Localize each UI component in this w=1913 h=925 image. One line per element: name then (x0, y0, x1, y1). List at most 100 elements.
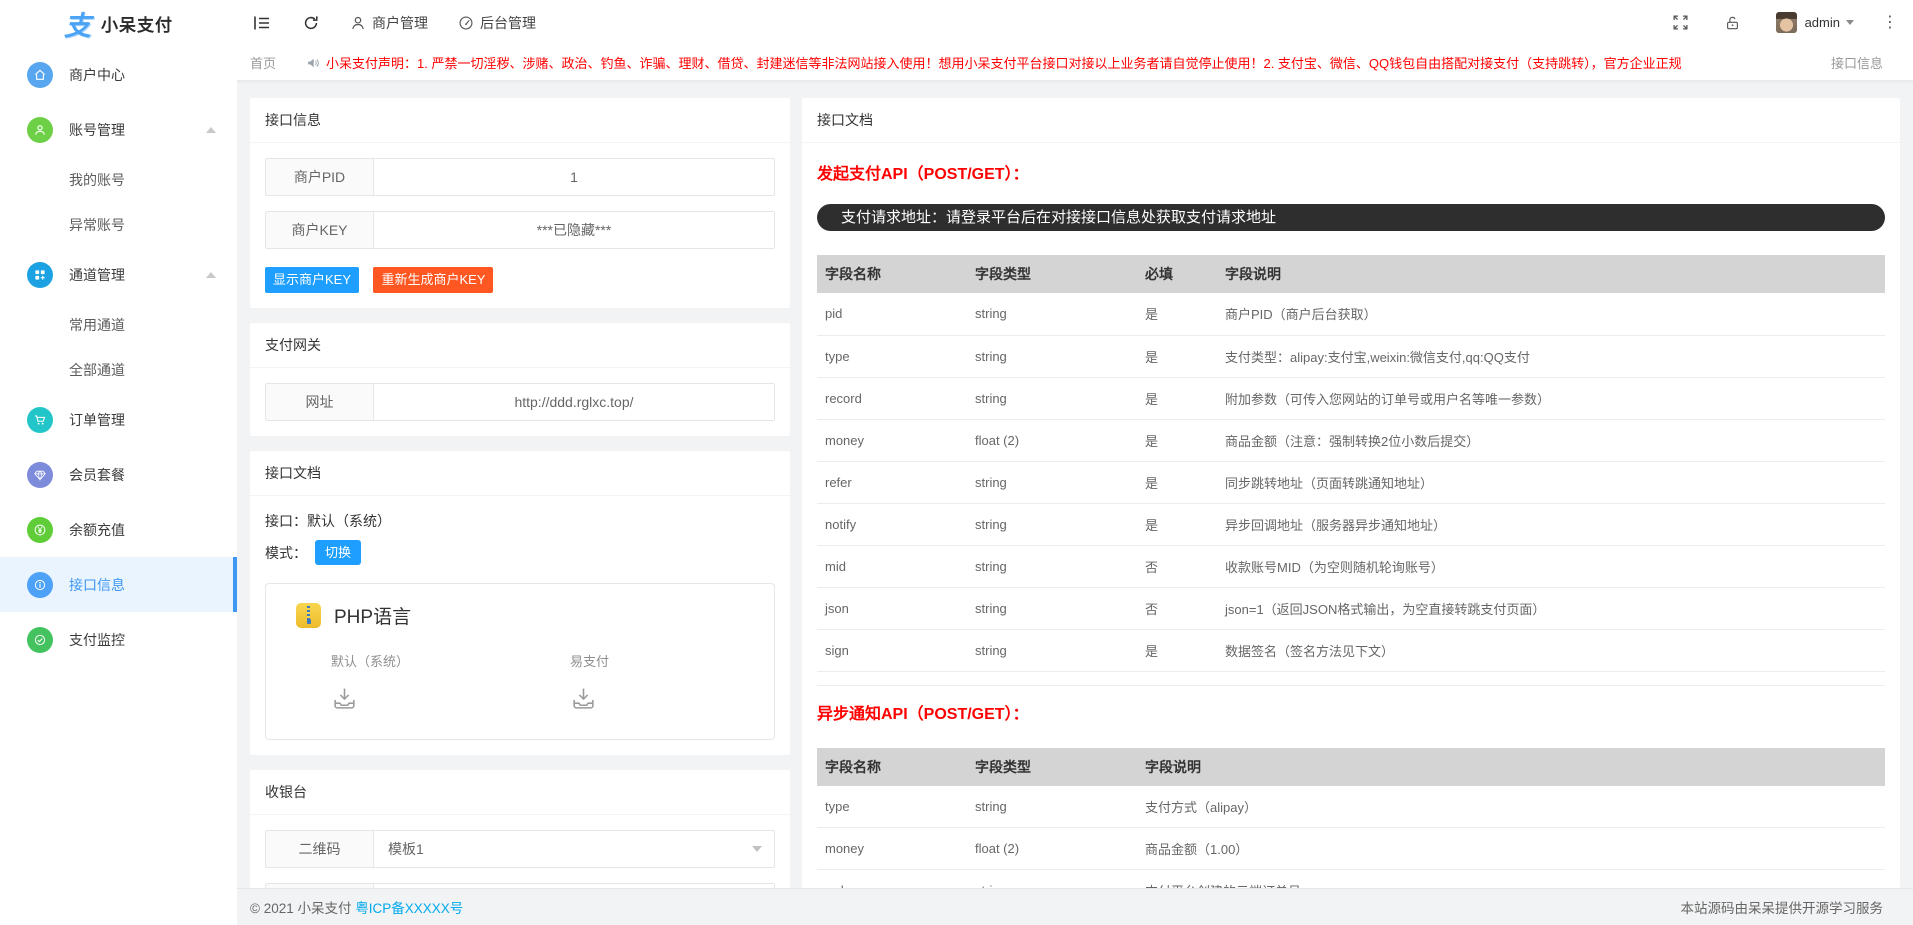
cell: string (967, 377, 1137, 419)
sidebar-item-label: 接口信息 (69, 575, 125, 595)
avatar[interactable] (1776, 12, 1797, 33)
cell: type (817, 786, 967, 828)
topbar-merchant-label: 商户管理 (372, 13, 428, 33)
php-sdk-title: PHP语言 (334, 602, 411, 629)
table-row: jsonstring否json=1（返回JSON格式输出，为空直接转跳支付页面） (817, 587, 1885, 629)
topbar-merchant-menu[interactable]: 商户管理 (350, 13, 428, 33)
cell: string (967, 335, 1137, 377)
sidebar-item-abnormal-account[interactable]: 异常账号 (0, 202, 237, 247)
cell: 支付平台创建的云端订单号 (1137, 870, 1885, 889)
sidebar-item-order-management[interactable]: 订单管理 (0, 392, 237, 447)
merchant-key-input[interactable] (373, 211, 775, 249)
gauge-icon (458, 15, 474, 31)
sidebar-item-label: 订单管理 (69, 410, 125, 430)
cell: 是 (1137, 629, 1217, 671)
sdk-download-epay: 易支付 (520, 651, 759, 717)
col-header: 字段名称 (817, 255, 967, 293)
sidebar-item-channel-management[interactable]: 通道管理 (0, 247, 237, 302)
yen-icon (27, 517, 53, 543)
cell: string (967, 629, 1137, 671)
table-row: midstring否收款账号MID（为空则随机轮询账号） (817, 545, 1885, 587)
cell: order (817, 870, 967, 889)
sidebar-item-label: 通道管理 (69, 265, 125, 285)
sidebar-item-label: 会员套餐 (69, 465, 125, 485)
right-column: 接口文档 发起支付API（POST/GET）： 支付请求地址：请登录平台后在对接… (802, 98, 1900, 888)
regenerate-key-button[interactable]: 重新生成商户KEY (373, 267, 493, 293)
cell: sign (817, 629, 967, 671)
cell: pid (817, 293, 967, 335)
app-logo[interactable]: 支 小呆支付 (0, 0, 237, 47)
cell: 收款账号MID（为空则随机轮询账号） (1217, 545, 1885, 587)
qrcode-template-select[interactable]: 模板1 (373, 830, 775, 868)
chevron-down-icon (1846, 20, 1854, 25)
collapse-sidebar-icon[interactable] (252, 13, 272, 33)
topbar-admin-menu[interactable]: 后台管理 (458, 13, 536, 33)
sidebar-item-payment-monitor[interactable]: 支付监控 (0, 612, 237, 667)
table-row: moneyfloat (2)商品金额（1.00） (817, 828, 1885, 870)
chevron-down-icon (752, 846, 762, 852)
col-header: 字段说明 (1217, 255, 1885, 293)
table-row: pidstring是商户PID（商户后台获取） (817, 293, 1885, 335)
cell: string (967, 786, 1137, 828)
card-title: 支付网关 (250, 323, 790, 368)
cell: refer (817, 461, 967, 503)
sidebar-item-balance-recharge[interactable]: 余额充值 (0, 502, 237, 557)
topbar: 商户管理 后台管理 admin ⋮ (237, 0, 1913, 45)
sidebar-item-interface-info[interactable]: 接口信息 (0, 557, 237, 612)
person-icon (350, 15, 366, 31)
sidebar-item-member-packages[interactable]: 会员套餐 (0, 447, 237, 502)
switch-mode-button[interactable]: 切换 (315, 540, 361, 565)
breadcrumb-home[interactable]: 首页 (250, 53, 276, 72)
table-row: referstring是同步跳转地址（页面转跳通知地址） (817, 461, 1885, 503)
table-row: moneyfloat (2)是商品金额（注意：强制转换2位小数后提交） (817, 419, 1885, 461)
download-icon[interactable] (570, 685, 597, 717)
sidebar-item-label: 余额充值 (69, 520, 125, 540)
announcement-text: 小呆支付声明：1. 严禁一切淫秽、涉赌、政治、钓鱼、诈骗、理财、借贷、封建迷信等… (326, 53, 1682, 72)
interface-info-card: 接口信息 商户PID 商户KEY 显示商户KEY 重新生成商户KEY (250, 98, 790, 308)
topbar-admin-label: 后台管理 (480, 13, 536, 33)
cell: 商品金额（1.00） (1137, 828, 1885, 870)
sidebar-item-all-channels[interactable]: 全部通道 (0, 347, 237, 392)
table-header-row: 字段名称 字段类型 字段说明 (817, 748, 1885, 786)
gateway-url-input[interactable] (373, 383, 775, 421)
logo-icon: 支 (64, 4, 91, 43)
more-options-icon[interactable]: ⋮ (1882, 15, 1898, 31)
cell: money (817, 419, 967, 461)
pay-api-table: 字段名称 字段类型 必填 字段说明 pidstring是商户PID（商户后台获取… (817, 255, 1885, 672)
sidebar-item-merchant-center[interactable]: 商户中心 (0, 47, 237, 102)
card-title: 接口文档 (250, 451, 790, 496)
app-title: 小呆支付 (101, 11, 173, 36)
breadcrumb-bar: 首页 小呆支付声明：1. 严禁一切淫秽、涉赌、政治、钓鱼、诈骗、理财、借贷、封建… (237, 45, 1913, 81)
cell: 支付类型：alipay:支付宝,weixin:微信支付,qq:QQ支付 (1217, 335, 1885, 377)
sidebar-subitem-label: 我的账号 (69, 170, 125, 190)
table-row: typestring是支付类型：alipay:支付宝,weixin:微信支付,q… (817, 335, 1885, 377)
api-doc-card: 接口文档 发起支付API（POST/GET）： 支付请求地址：请登录平台后在对接… (802, 98, 1900, 888)
footer-source-note: 本站源码由呆呆提供开源学习服务 (1681, 897, 1884, 917)
cell: float (2) (967, 419, 1137, 461)
fullscreen-icon[interactable] (1672, 14, 1689, 31)
collapse-arrow-icon (206, 272, 216, 278)
lock-icon[interactable] (1725, 15, 1740, 31)
sidebar-item-common-channels[interactable]: 常用通道 (0, 302, 237, 347)
cell: float (2) (967, 828, 1137, 870)
cell: 异步回调地址（服务器异步通知地址） (1217, 503, 1885, 545)
sidebar-item-my-account[interactable]: 我的账号 (0, 157, 237, 202)
col-header: 字段类型 (967, 748, 1137, 786)
user-menu[interactable]: admin (1805, 15, 1854, 30)
info-icon (27, 572, 53, 598)
footer-icp-link[interactable]: 粤ICP备XXXXX号 (355, 897, 463, 917)
merchant-pid-input[interactable] (373, 158, 775, 196)
show-key-button[interactable]: 显示商户KEY (265, 267, 359, 293)
download-icon[interactable] (331, 685, 358, 717)
sidebar-item-label: 账号管理 (69, 120, 125, 140)
sidebar-item-account-management[interactable]: 账号管理 (0, 102, 237, 157)
merchant-pid-label: 商户PID (265, 158, 373, 196)
merchant-key-group: 商户KEY (265, 211, 775, 249)
table-row: signstring是数据签名（签名方法见下文） (817, 629, 1885, 671)
table-row: orderstring支付平台创建的云端订单号 (817, 870, 1885, 889)
table-row: recordstring是附加参数（可传入您网站的订单号或用户名等唯一参数） (817, 377, 1885, 419)
refresh-icon[interactable] (302, 14, 320, 32)
cell: notify (817, 503, 967, 545)
cell: string (967, 503, 1137, 545)
user-icon (27, 117, 53, 143)
